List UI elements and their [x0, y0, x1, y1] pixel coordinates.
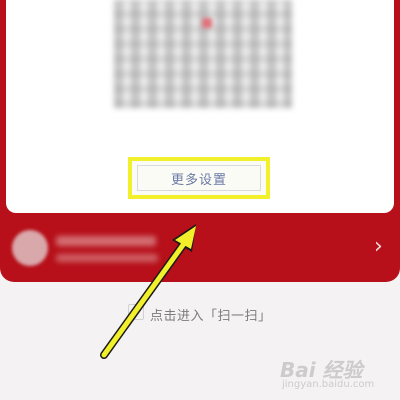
baidu-watermark: Bai 经验 jingyan.baidu.com	[280, 354, 396, 394]
scan-link[interactable]: 点击进入「扫一扫」	[150, 305, 272, 324]
user-id-blurred	[56, 254, 158, 262]
highlight-box: 更多设置	[128, 157, 270, 199]
chevron-right-icon[interactable]: ›	[374, 236, 383, 258]
scan-icon	[128, 304, 144, 320]
qr-code-image	[114, 0, 292, 108]
more-settings-button[interactable]: 更多设置	[137, 165, 261, 191]
user-name-blurred	[56, 236, 156, 246]
watermark-url: jingyan.baidu.com	[282, 379, 375, 390]
avatar	[12, 230, 48, 266]
qr-center-logo	[202, 18, 212, 28]
user-row[interactable]: ›	[0, 214, 400, 282]
